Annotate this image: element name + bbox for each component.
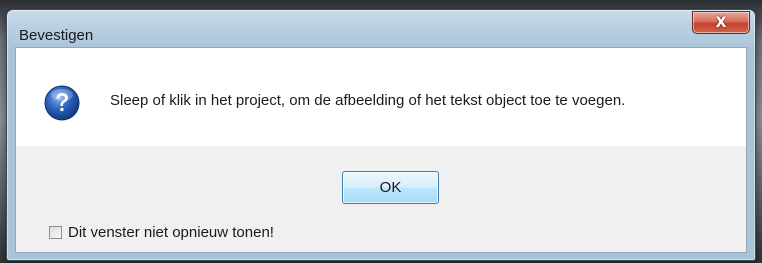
ok-button[interactable]: OK [342,171,439,204]
button-area: OK Dit venster niet opnieuw tonen! [16,146,746,252]
dialog-body: Sleep of klik in het project, om de afbe… [15,47,747,253]
dialog-message: Sleep of klik in het project, om de afbe… [110,92,626,109]
dialog-title: Bevestigen [19,27,94,44]
title-bar[interactable]: Bevestigen X [7,10,755,48]
question-icon [44,85,80,121]
close-icon: X [715,14,727,31]
message-area: Sleep of klik in het project, om de afbe… [16,48,746,146]
close-button[interactable]: X [692,11,750,34]
confirm-dialog: Bevestigen X Sleep of klik in het projec… [6,9,756,261]
dont-show-again-row[interactable]: Dit venster niet opnieuw tonen! [49,224,274,241]
dont-show-again-label[interactable]: Dit venster niet opnieuw tonen! [68,224,274,241]
dont-show-again-checkbox[interactable] [49,226,62,239]
